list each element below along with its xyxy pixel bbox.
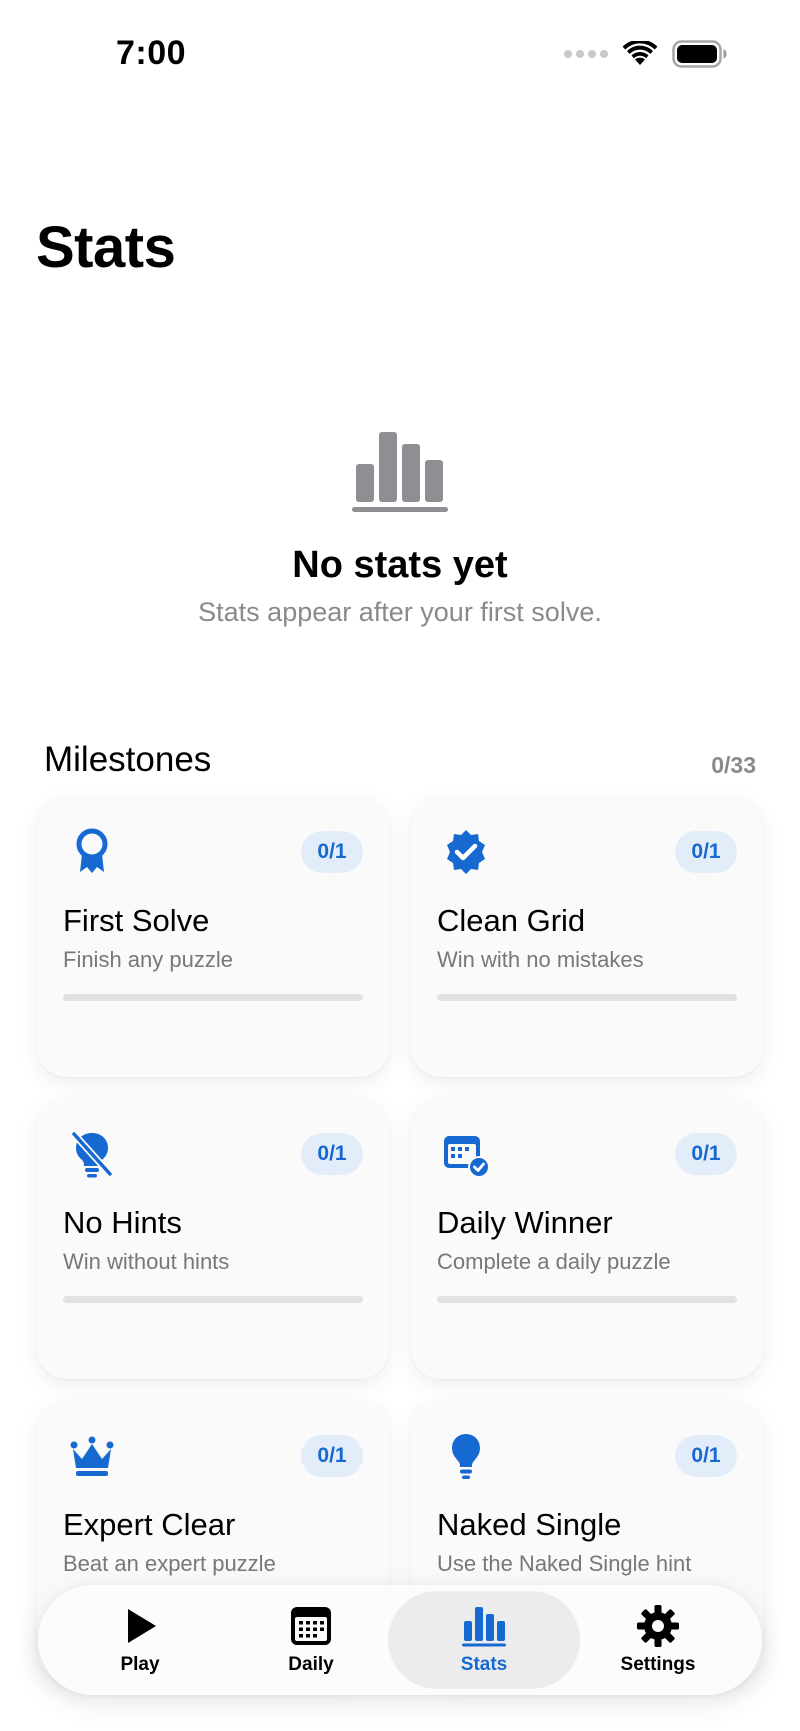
progress-badge: 0/1 (675, 1435, 737, 1477)
milestone-title: Expert Clear (63, 1507, 236, 1542)
progress-badge: 0/1 (301, 1435, 363, 1477)
milestone-subtitle: Beat an expert puzzle (63, 1551, 276, 1576)
calendar-icon (291, 1607, 331, 1645)
page-title: Stats (36, 215, 176, 280)
progress-badge: 0/1 (301, 831, 363, 873)
progress-badge: 0/1 (675, 831, 737, 873)
empty-state-subtitle: Stats appear after your first solve. (198, 597, 602, 627)
milestone-title: First Solve (63, 903, 210, 938)
ribbon-award-icon (76, 828, 108, 873)
battery-icon (672, 40, 727, 68)
progress-badge: 0/1 (675, 1133, 737, 1175)
tab-label: Stats (460, 1654, 508, 1675)
milestone-card-first-solve[interactable]: 0/1 First Solve Finish any puzzle (37, 797, 389, 1077)
progress-bar (63, 1296, 363, 1303)
milestone-subtitle: Use the Naked Single hint (437, 1551, 692, 1576)
status-indicators (564, 40, 728, 68)
empty-state-title: No stats yet (292, 544, 508, 586)
milestone-subtitle: Win with no mistakes (437, 947, 644, 972)
wifi-icon (622, 41, 658, 65)
milestone-title: No Hints (63, 1205, 182, 1240)
milestones-count: 0/33 (711, 752, 756, 778)
milestone-subtitle: Win without hints (63, 1249, 230, 1274)
milestones-title: Milestones (44, 740, 212, 779)
milestone-card-clean-grid[interactable]: 0/1 Clean Grid Win with no mistakes (411, 797, 763, 1077)
progress-bar (437, 1296, 737, 1303)
tab-settings[interactable]: Settings (562, 1591, 754, 1689)
lightbulb-slash-icon (70, 1130, 114, 1178)
tab-bar: Play Daily Stats Settings (38, 1585, 762, 1695)
bar-chart-icon (352, 432, 448, 512)
tab-stats[interactable]: Stats (388, 1591, 580, 1689)
progress-bar (63, 994, 363, 1001)
milestone-subtitle: Finish any puzzle (63, 947, 233, 972)
tab-daily[interactable]: Daily (215, 1591, 407, 1689)
gear-icon (637, 1605, 679, 1647)
milestone-title: Naked Single (437, 1507, 622, 1542)
status-time: 7:00 (116, 34, 187, 72)
milestone-card-no-hints[interactable]: 0/1 No Hints Win without hints (37, 1099, 389, 1379)
calendar-check-icon (444, 1136, 490, 1178)
tab-label: Daily (288, 1654, 334, 1675)
bar-chart-icon (462, 1607, 506, 1647)
progress-bar (437, 994, 737, 1001)
stats-screen: 7:00 Stats No stats yet Stats appear aft… (0, 0, 800, 1731)
milestone-subtitle: Complete a daily puzzle (437, 1249, 671, 1274)
cellular-signal-icon (564, 50, 608, 58)
verified-check-badge-icon (447, 830, 485, 874)
tab-label: Play (120, 1654, 160, 1675)
tab-play[interactable]: Play (44, 1591, 236, 1689)
progress-badge: 0/1 (301, 1133, 363, 1175)
lightbulb-icon (452, 1434, 480, 1479)
play-icon (128, 1609, 156, 1643)
milestone-title: Clean Grid (437, 903, 586, 938)
tab-label: Settings (620, 1654, 696, 1675)
milestone-title: Daily Winner (437, 1205, 613, 1240)
crown-icon (70, 1436, 114, 1476)
milestone-card-daily-winner[interactable]: 0/1 Daily Winner Complete a daily puzzle (411, 1099, 763, 1379)
